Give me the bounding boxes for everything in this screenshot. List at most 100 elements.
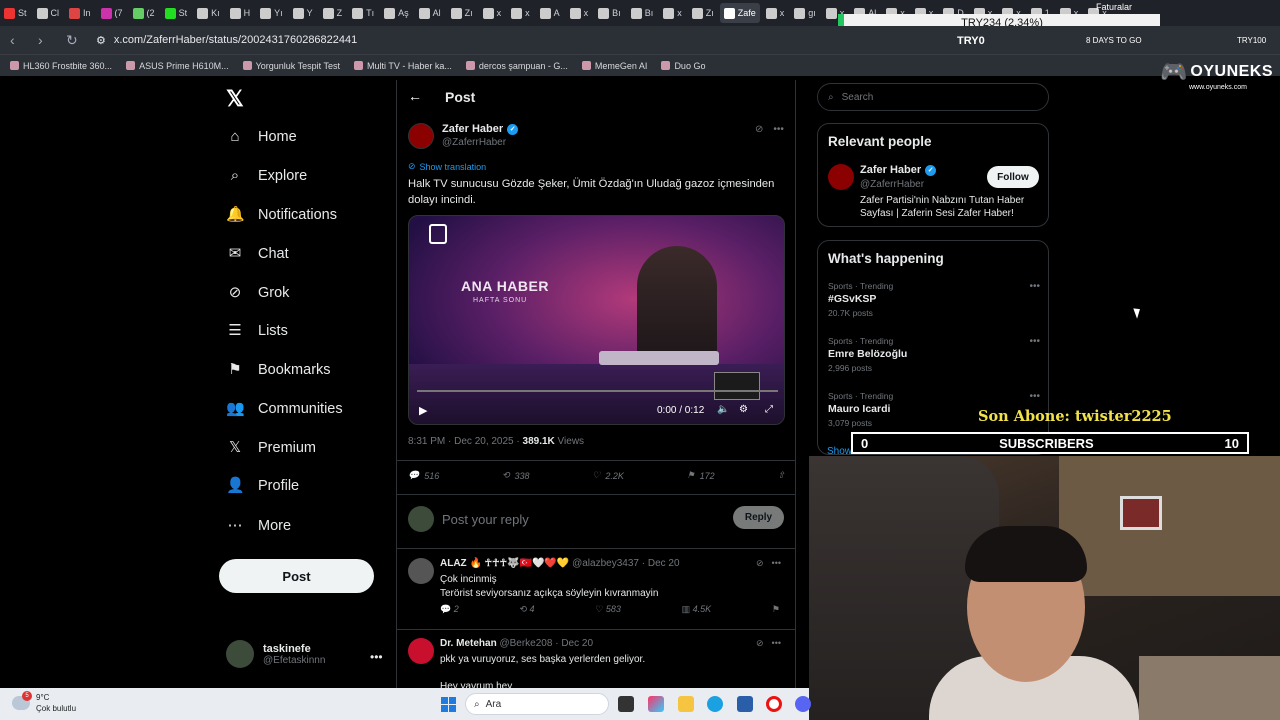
browser-tab[interactable]: Zı (447, 3, 477, 23)
reply-action[interactable]: 💬 516 (408, 470, 439, 481)
browser-tab[interactable]: x (659, 3, 686, 23)
reply-input[interactable]: Post your reply (442, 512, 529, 527)
rp-name[interactable]: Zafer Haber (860, 164, 921, 176)
more-icon[interactable]: ••• (370, 650, 383, 664)
repost-action[interactable]: ⟲ 338 (502, 470, 530, 481)
avatar[interactable] (408, 123, 434, 149)
browser-tab[interactable]: Yı (256, 3, 287, 23)
repost-action[interactable]: ⟲ 4 (519, 604, 534, 615)
store-icon[interactable] (737, 696, 753, 712)
post-timestamp[interactable]: 8:31 PM · Dec 20, 2025 · (408, 436, 523, 447)
trend-item[interactable]: Sports · Trending Emre Belözoğlu 2,996 p… (828, 336, 1040, 373)
browser-tab[interactable]: Aş (380, 3, 413, 23)
bookmark-icon[interactable]: ⚑ (772, 604, 780, 615)
sidebar-item-profile[interactable]: 👤 Profile (226, 477, 299, 495)
sidebar-item-lists[interactable]: ☰ Lists (226, 322, 288, 340)
avatar[interactable] (408, 638, 434, 664)
sidebar-item-notifications[interactable]: 🔔 Notifications (226, 206, 337, 224)
bookmark-action[interactable]: ⚑ 172 (687, 470, 715, 481)
sidebar-item-more[interactable]: ⋯ More (226, 517, 292, 535)
browser-tab[interactable]: gı (790, 3, 820, 23)
browser-tab[interactable]: (2 (129, 3, 159, 23)
author-handle[interactable]: @ZaferrHaber (442, 137, 518, 148)
search-input[interactable]: ⌕ Search (817, 83, 1049, 111)
settings-icon[interactable]: ⚙ (739, 404, 748, 415)
follow-button[interactable]: Follow (987, 166, 1039, 188)
more-options-icon[interactable]: ••• (772, 558, 781, 569)
avatar[interactable] (828, 164, 854, 190)
more-options-icon[interactable]: ••• (1029, 336, 1040, 347)
volume-icon[interactable]: 🔈 (717, 404, 729, 415)
browser-tab[interactable]: Al (415, 3, 445, 23)
sidebar-item-home[interactable]: ⌂ Home (226, 128, 296, 146)
browser-tab[interactable]: St (0, 3, 31, 23)
back-icon[interactable]: ‹ (10, 32, 28, 48)
browser-tab[interactable]: Bı (627, 3, 658, 23)
post-button[interactable]: Post (219, 559, 374, 593)
browser-tab[interactable]: Tı (348, 3, 378, 23)
grok-icon[interactable]: ⊘ (756, 558, 764, 569)
reload-icon[interactable]: ↻ (66, 32, 84, 49)
author-name[interactable]: Zafer Haber (442, 123, 503, 135)
browser-tab[interactable]: Bı (594, 3, 625, 23)
more-options-icon[interactable]: ••• (1029, 281, 1040, 292)
sidebar-item-premium[interactable]: 𝕏 Premium (226, 439, 316, 457)
x-logo-icon[interactable]: 𝕏 (226, 86, 244, 112)
views-action[interactable]: ▥ 4.5K (682, 604, 712, 615)
browser-tab[interactable]: St (161, 3, 192, 23)
reply-action[interactable]: 💬 2 (440, 604, 459, 615)
back-arrow-icon[interactable]: ← (408, 88, 422, 104)
opera-icon[interactable] (766, 696, 782, 712)
bookmark-item[interactable]: Duo Go (661, 61, 705, 71)
browser-tab[interactable]: Zafe (719, 3, 760, 23)
fullscreen-icon[interactable]: ⤢ (765, 404, 773, 415)
browser-tab[interactable]: (7 (97, 3, 127, 23)
sidebar-item-chat[interactable]: ✉ Chat (226, 245, 289, 263)
sidebar-item-grok[interactable]: ⊘ Grok (226, 284, 290, 302)
bookmark-item[interactable]: Yorgunluk Tespit Test (242, 61, 340, 71)
forward-icon[interactable]: › (38, 32, 56, 48)
browser-tab[interactable]: Z (319, 3, 347, 23)
weather-widget[interactable]: 5 9°C Çok bulutlu (12, 691, 76, 714)
sidebar-item-explore[interactable]: ⌕ Explore (226, 167, 307, 185)
show-translation-link[interactable]: ⊘ Show translation (408, 161, 486, 172)
reply-author-name[interactable]: ALAZ 🔥 ☥☥☥🐺🇹🇷🤍❤️💛 (440, 558, 569, 569)
video-progress-bar[interactable] (417, 390, 778, 392)
post-author[interactable]: Zafer Haber ✓ @ZaferrHaber (408, 123, 519, 149)
like-action[interactable]: ♡ 2.2K (592, 470, 624, 481)
browser-tab[interactable]: Zı (688, 3, 718, 23)
rp-handle[interactable]: @ZaferrHaber (860, 179, 924, 190)
grok-icon[interactable]: ⊘ (756, 638, 764, 649)
taskbar-search[interactable]: ⌕ Ara (465, 693, 609, 715)
browser-tab[interactable]: H (226, 3, 255, 23)
reply-author-name[interactable]: Dr. Metehan (440, 638, 497, 649)
sidebar-item-communities[interactable]: 👥 Communities (226, 400, 343, 418)
video-player[interactable]: ANA HABER HAFTA SONU ▶ 0:00 / 0:12 🔈 ⚙ ⤢ (408, 215, 785, 425)
browser-tab[interactable]: In (65, 3, 95, 23)
avatar[interactable] (408, 558, 434, 584)
url-field[interactable]: ⚙ x.com/ZaferrHaber/status/2002431760286… (96, 30, 357, 50)
bookmark-item[interactable]: Multi TV - Haber ka... (354, 61, 452, 71)
more-options-icon[interactable]: ••• (1029, 391, 1040, 402)
reply-handle[interactable]: @alazbey3437 · Dec 20 (572, 558, 679, 569)
bookmark-item[interactable]: dercos şampuan - G... (465, 61, 568, 71)
bookmark-item[interactable]: MemeGen AI (581, 61, 647, 71)
browser-tab[interactable]: Cl (33, 3, 64, 23)
sidebar-item-bookmarks[interactable]: ⚑ Bookmarks (226, 361, 330, 379)
bookmark-item[interactable]: HL360 Frostbite 360... (10, 61, 112, 71)
task-view-icon[interactable] (618, 696, 634, 712)
site-settings-icon[interactable]: ⚙ (96, 34, 106, 47)
browser-tab[interactable]: x (479, 3, 506, 23)
like-action[interactable]: ♡ 583 (595, 604, 621, 615)
discord-icon[interactable] (795, 696, 811, 712)
share-action[interactable]: ⇧ (777, 470, 785, 481)
grok-icon[interactable]: ⊘ (755, 124, 763, 135)
browser-tab[interactable]: x (566, 3, 593, 23)
bookmark-item[interactable]: ASUS Prime H610M... (126, 61, 229, 71)
file-explorer-icon[interactable] (678, 696, 694, 712)
browser-tab[interactable]: Kı (193, 3, 224, 23)
copilot-icon[interactable] (648, 696, 664, 712)
browser-tab[interactable]: x (507, 3, 534, 23)
more-options-icon[interactable]: ••• (772, 638, 781, 649)
browser-tab[interactable]: A (536, 3, 564, 23)
